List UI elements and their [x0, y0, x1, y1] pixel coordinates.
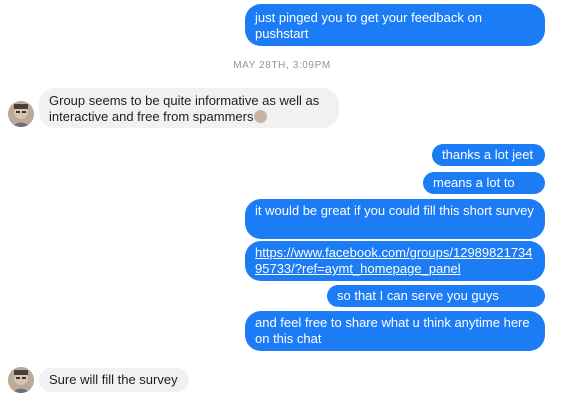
message-text: just pinged you to get your feedback on …: [255, 10, 482, 41]
message-outgoing[interactable]: just pinged you to get your feedback on …: [245, 4, 545, 46]
survey-link[interactable]: https://www.facebook.com/groups/12989821…: [255, 245, 533, 276]
message-text: Sure will fill the survey: [49, 372, 178, 387]
avatar-photo-icon: [8, 101, 34, 127]
chat-thread: just pinged you to get your feedback on …: [0, 0, 564, 406]
contact-avatar[interactable]: [8, 367, 34, 393]
message-text: it would be great if you could fill this…: [255, 203, 534, 218]
message-outgoing[interactable]: https://www.facebook.com/groups/12989821…: [245, 241, 545, 281]
message-incoming[interactable]: Group seems to be quite informative as w…: [39, 88, 339, 128]
avatar-photo-icon: [8, 367, 34, 393]
message-timestamp: MAY 28TH, 3:09PM: [233, 60, 331, 71]
message-incoming[interactable]: Sure will fill the survey: [39, 368, 189, 392]
contact-avatar[interactable]: [8, 101, 34, 127]
message-outgoing[interactable]: it would be great if you could fill this…: [245, 199, 545, 239]
message-outgoing[interactable]: thanks a lot jeet: [432, 144, 545, 166]
message-text: thanks a lot jeet: [442, 147, 534, 162]
message-outgoing[interactable]: means a lot to me: [423, 172, 545, 206]
message-text: and feel free to share what u think anyt…: [255, 315, 530, 346]
message-outgoing[interactable]: and feel free to share what u think anyt…: [245, 311, 545, 351]
message-outgoing[interactable]: so that I can serve you guys better: [327, 285, 545, 319]
face-emoji-icon: [254, 110, 268, 123]
message-text: Group seems to be quite informative as w…: [49, 93, 320, 124]
